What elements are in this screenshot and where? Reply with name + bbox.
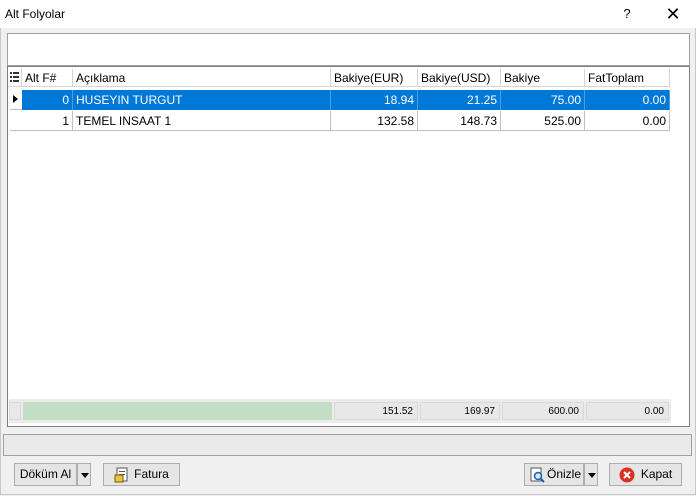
invoice-icon bbox=[114, 467, 128, 483]
table-row[interactable]: 1 TEMEL INSAAT 1 132.58 148.73 525.00 0.… bbox=[22, 111, 678, 131]
column-header-bakiye-usd[interactable]: Bakiye(USD) bbox=[418, 69, 501, 87]
help-button[interactable]: ? bbox=[612, 2, 642, 26]
dokum-al-label: Döküm Al bbox=[19, 467, 72, 481]
cell-bakiye-eur[interactable]: 132.58 bbox=[331, 111, 418, 131]
cell-aciklama[interactable]: TEMEL INSAAT 1 bbox=[73, 111, 331, 131]
column-header-bakiye[interactable]: Bakiye bbox=[501, 69, 585, 87]
close-window-button[interactable]: ✕ bbox=[656, 2, 690, 26]
row-pointer-icon bbox=[13, 95, 18, 103]
kapat-label: Kapat bbox=[640, 467, 673, 481]
table-row[interactable]: 0 HUSEYIN TURGUT 18.94 21.25 75.00 0.00 bbox=[22, 90, 678, 110]
title-bar: Alt Folyolar ? ✕ bbox=[0, 0, 696, 28]
preview-icon bbox=[530, 467, 545, 483]
chevron-down-icon bbox=[588, 473, 596, 478]
cell-alt-f[interactable]: 1 bbox=[22, 111, 73, 131]
column-header-bakiye-eur[interactable]: Bakiye(EUR) bbox=[331, 69, 418, 87]
row-indicator-current[interactable] bbox=[10, 90, 22, 110]
total-bakiye-eur: 151.52 bbox=[334, 402, 418, 420]
cell-fattoplam[interactable]: 0.00 bbox=[585, 111, 670, 131]
fatura-label: Fatura bbox=[134, 467, 169, 481]
cell-bakiye-eur[interactable]: 18.94 bbox=[331, 90, 418, 110]
dokum-al-button[interactable]: Döküm Al bbox=[14, 463, 77, 486]
onizle-dropdown[interactable] bbox=[584, 463, 598, 486]
total-bakiye-usd: 169.97 bbox=[420, 402, 500, 420]
cell-bakiye-usd[interactable]: 21.25 bbox=[418, 90, 501, 110]
onizle-label: Önizle bbox=[546, 467, 581, 481]
dokum-al-dropdown[interactable] bbox=[77, 463, 91, 486]
fatura-button[interactable]: Fatura bbox=[103, 463, 180, 486]
column-header-aciklama[interactable]: Açıklama bbox=[73, 69, 331, 87]
cell-alt-f[interactable]: 0 bbox=[22, 90, 73, 110]
footer-indicator bbox=[9, 402, 21, 420]
onizle-button[interactable]: Önizle bbox=[524, 463, 584, 486]
window-title: Alt Folyolar bbox=[5, 7, 66, 21]
column-chooser-icon[interactable] bbox=[8, 69, 22, 87]
status-strip bbox=[3, 434, 692, 456]
column-header-fattoplam[interactable]: FatToplam bbox=[585, 69, 670, 87]
totals-summary-bar bbox=[23, 402, 332, 420]
filter-panel bbox=[7, 33, 690, 66]
close-icon bbox=[619, 467, 635, 483]
kapat-button[interactable]: Kapat bbox=[609, 463, 682, 486]
cell-bakiye[interactable]: 75.00 bbox=[501, 90, 585, 110]
cell-aciklama[interactable]: HUSEYIN TURGUT bbox=[73, 90, 331, 110]
sub-folio-grid[interactable]: Alt F# Açıklama Bakiye(EUR) Bakiye(USD) … bbox=[7, 66, 690, 427]
chevron-down-icon bbox=[81, 473, 89, 478]
total-fattoplam: 0.00 bbox=[586, 402, 669, 420]
cell-bakiye[interactable]: 525.00 bbox=[501, 111, 585, 131]
cell-fattoplam[interactable]: 0.00 bbox=[585, 90, 670, 110]
row-indicator[interactable] bbox=[10, 111, 22, 131]
column-header-alt-f[interactable]: Alt F# bbox=[22, 69, 73, 87]
cell-bakiye-usd[interactable]: 148.73 bbox=[418, 111, 501, 131]
total-bakiye: 600.00 bbox=[502, 402, 584, 420]
totals-footer: 151.52 169.97 600.00 0.00 bbox=[9, 399, 671, 423]
